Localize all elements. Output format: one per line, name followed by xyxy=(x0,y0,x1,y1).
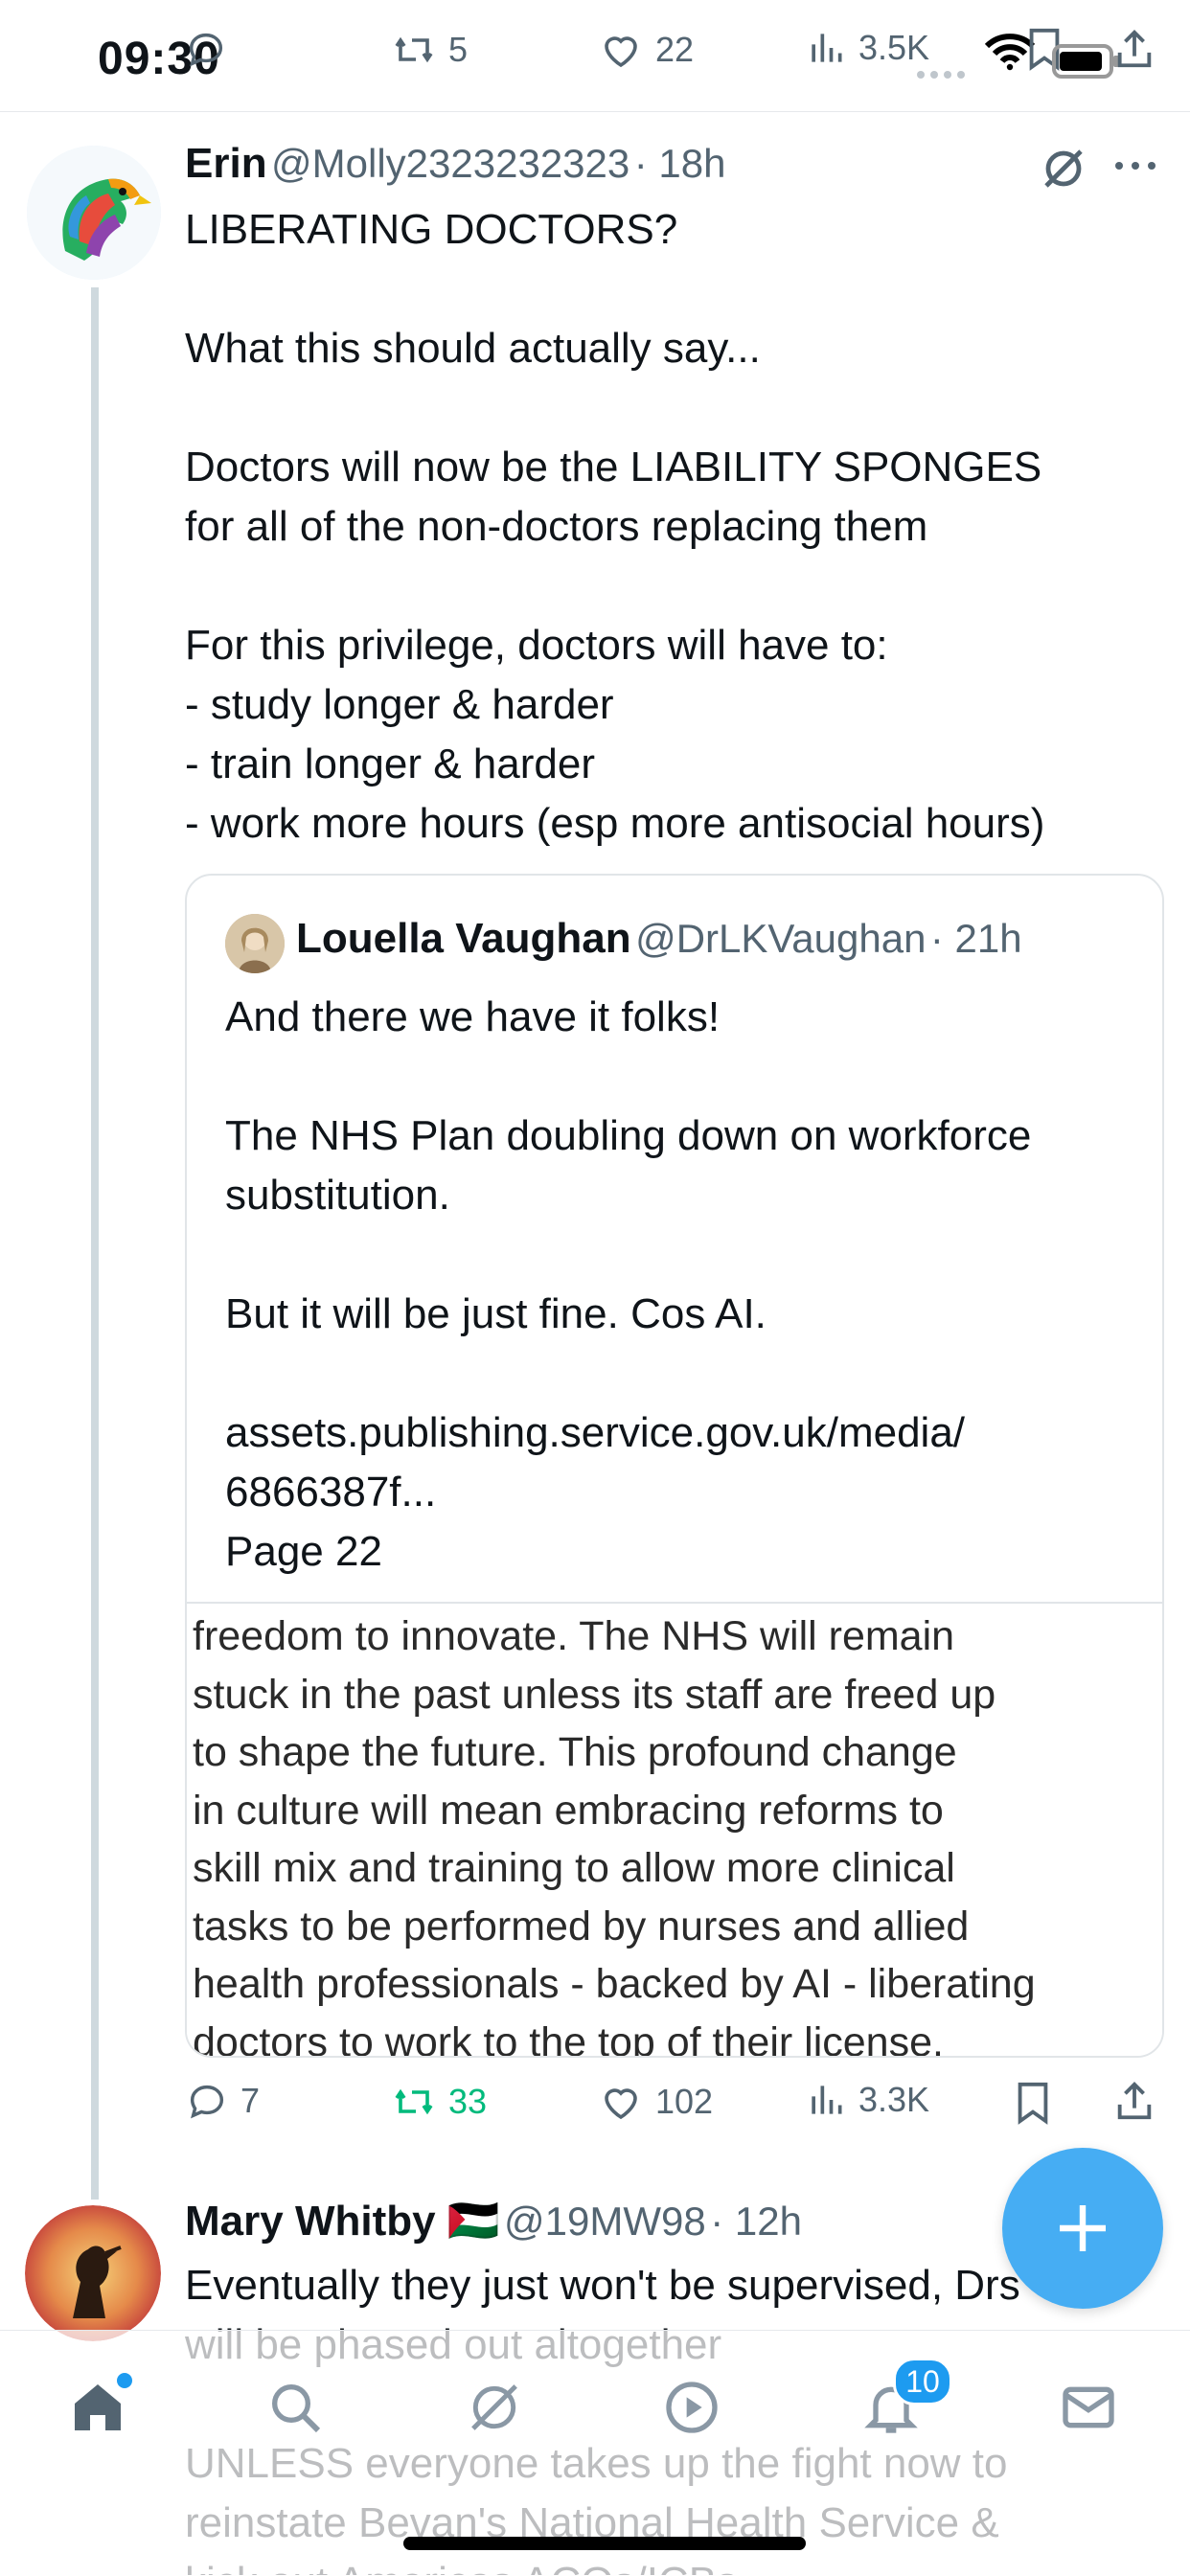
more-icon[interactable] xyxy=(1113,159,1157,172)
heart-icon xyxy=(598,2079,644,2125)
retweet-icon xyxy=(391,2079,437,2125)
retweet-button[interactable]: 5 xyxy=(391,27,468,73)
play-icon xyxy=(661,2377,722,2438)
compose-button[interactable] xyxy=(1002,2148,1163,2309)
bar-chart-icon xyxy=(805,27,847,69)
home-new-dot xyxy=(117,2373,132,2388)
reply-avatar[interactable] xyxy=(25,2205,161,2341)
quote-author-handle: @DrLKVaughan xyxy=(635,916,927,961)
tab-search[interactable] xyxy=(257,2369,333,2446)
bar-chart-icon xyxy=(805,2079,847,2121)
tweet-text: LIBERATING DOCTORS? What this should act… xyxy=(185,206,1045,847)
tweet-time: · 18h xyxy=(633,141,726,186)
dots-icon xyxy=(916,67,970,79)
share-icon[interactable] xyxy=(1113,2079,1156,2123)
author-handle[interactable]: @Molly2323232323 xyxy=(271,141,629,186)
retweet-count: 33 xyxy=(448,2082,488,2121)
battery-icon xyxy=(1052,42,1121,80)
author-name[interactable]: Erin xyxy=(185,140,267,187)
quote-image[interactable]: freedom to innovate. The NHS will remain… xyxy=(187,1602,1162,2058)
like-count: 102 xyxy=(655,2082,714,2121)
eagle-avatar-image xyxy=(27,146,161,280)
tab-notifications[interactable]: 10 xyxy=(853,2358,952,2446)
quote-tweet[interactable]: Louella Vaughan @DrLKVaughan · 21h And t… xyxy=(185,874,1164,2058)
views-count: 3.5K xyxy=(858,28,930,67)
thread-line xyxy=(91,287,99,2200)
quote-avatar xyxy=(225,914,285,973)
quote-author-name: Louella Vaughan xyxy=(296,915,631,962)
search-icon xyxy=(264,2377,326,2438)
grok-icon xyxy=(464,2377,525,2438)
reply-count: 7 xyxy=(240,2081,261,2120)
grok-icon[interactable] xyxy=(1039,144,1088,194)
tab-messages[interactable] xyxy=(1050,2369,1127,2446)
quote-image-text: freedom to innovate. The NHS will remain… xyxy=(193,1613,1036,2058)
tweet-reply-button[interactable]: 7 xyxy=(185,2079,260,2123)
like-count: 22 xyxy=(655,30,695,69)
quote-time: · 21h xyxy=(929,916,1022,961)
plus-icon xyxy=(1052,2198,1113,2259)
tab-home[interactable] xyxy=(59,2369,136,2446)
tweet-retweet-button[interactable]: 33 xyxy=(391,2079,487,2125)
top-bar: 09:30 5 22 3.5K xyxy=(0,0,1190,112)
liverbird-avatar-image xyxy=(25,2205,161,2341)
quote-text: And there we have it folks! The NHS Plan… xyxy=(225,993,1032,1575)
tweet-header: Erin @Molly2323232323 · 18h xyxy=(185,140,725,188)
tweet-like-button[interactable]: 102 xyxy=(598,2079,713,2125)
views-count: 3.3K xyxy=(858,2080,930,2119)
mail-icon xyxy=(1058,2377,1119,2438)
reply-icon xyxy=(184,27,228,71)
reply-time: · 12h xyxy=(710,2199,802,2244)
notifications-badge: 10 xyxy=(893,2358,952,2405)
views-button[interactable]: 3.5K xyxy=(805,27,929,69)
tab-grok[interactable] xyxy=(456,2369,533,2446)
like-button[interactable]: 22 xyxy=(598,27,694,73)
reply-header: Mary Whitby 🇵🇸 @19MW98 · 12h xyxy=(185,2196,802,2245)
share-icon[interactable] xyxy=(1113,27,1156,71)
avatar[interactable] xyxy=(27,146,161,280)
retweet-count: 5 xyxy=(448,30,469,69)
reply-button[interactable] xyxy=(184,27,228,71)
heart-icon xyxy=(598,27,644,73)
reply-author-name[interactable]: Mary Whitby 🇵🇸 xyxy=(185,2198,500,2245)
home-indicator xyxy=(403,2537,806,2550)
retweet-icon xyxy=(391,27,437,73)
tweet-views-button[interactable]: 3.3K xyxy=(805,2079,929,2121)
tab-video[interactable] xyxy=(653,2369,730,2446)
reply-icon xyxy=(185,2079,229,2123)
bookmark-icon[interactable] xyxy=(1014,2081,1052,2125)
reply-author-handle[interactable]: @19MW98 xyxy=(504,2199,706,2244)
quote-header: Louella Vaughan @DrLKVaughan · 21h xyxy=(296,915,1022,963)
